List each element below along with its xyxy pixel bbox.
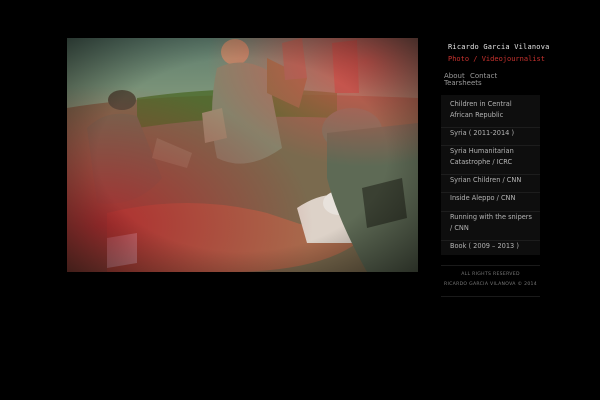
gallery-item-inside-aleppo[interactable]: Inside Aleppo / CNN [441, 192, 540, 204]
featured-photo[interactable] [67, 38, 418, 272]
gallery-list: Children in Central African Republic Syr… [441, 95, 540, 255]
nav-tearsheets-link[interactable]: Tearsheets [444, 79, 482, 87]
gallery-item-book[interactable]: Book ( 2009 – 2013 ) [441, 240, 540, 252]
gallery-item-syria-humanitarian[interactable]: Syria Humanitarian Catastrophe / ICRC [441, 145, 540, 167]
gallery-item-running-with-snipers[interactable]: Running with the snipers / CNN [441, 211, 540, 233]
gallery-item-syria[interactable]: Syria ( 2011-2014 ) [441, 127, 540, 139]
footer-divider-bottom [441, 296, 540, 297]
footer-copyright: RICARDO GARCIA VILANOVA © 2014 [443, 282, 537, 287]
site-title[interactable]: Ricardo Garcia Vilanova [448, 43, 550, 51]
gallery-item-syrian-children[interactable]: Syrian Children / CNN [441, 174, 540, 186]
gallery-item-central-african-republic[interactable]: Children in Central African Republic [441, 99, 540, 120]
page: Ricardo Garcia Vilanova Photo / Videojou… [0, 0, 600, 400]
site-subtitle: Photo / Videojournalist [448, 55, 545, 63]
footer-rights: ALL RIGHTS RESERVED [461, 272, 520, 277]
footer-divider [441, 265, 540, 266]
featured-photo-image [67, 38, 418, 272]
